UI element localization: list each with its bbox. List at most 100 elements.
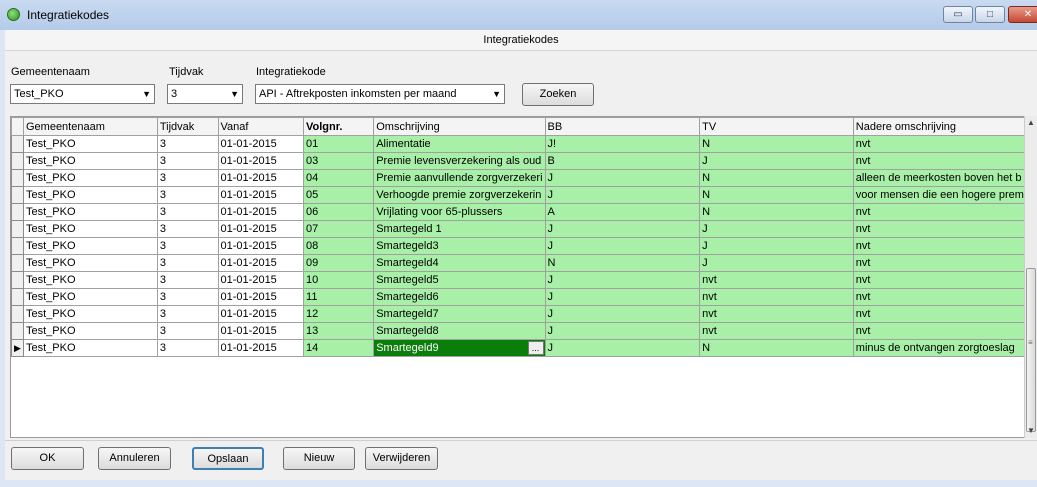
cell-tv[interactable]: N: [699, 186, 854, 204]
table-row[interactable]: Test_PKO 3 01-01-2015 03 Premie levensverzek…: [11, 152, 1027, 170]
cell-nadere-omschrijving[interactable]: voor mensen die een hogere prem: [852, 186, 1027, 204]
row-header[interactable]: ▶: [11, 339, 24, 357]
table-row[interactable]: Test_PKO 3 01-01-2015 04 Premie aanvullende …: [11, 169, 1027, 187]
table-row[interactable]: Test_PKO 3 01-01-2015 07 Smartegeld 1 J Jnvt: [11, 220, 1027, 238]
cell-tijdvak[interactable]: 3: [156, 186, 219, 204]
cell-nadere-omschrijving[interactable]: nvt: [852, 203, 1027, 221]
cell-vanaf[interactable]: 01-01-2015: [217, 186, 305, 204]
cell-tv[interactable]: nvt: [699, 322, 854, 340]
cell-gemeentenaam[interactable]: Test_PKO: [22, 186, 158, 204]
cell-tijdvak[interactable]: 3: [156, 271, 219, 289]
cell-omschrijving[interactable]: Smartegeld4: [373, 254, 546, 272]
cell-bb[interactable]: J: [544, 339, 701, 357]
cell-tv[interactable]: J: [699, 237, 854, 255]
cell-bb[interactable]: J: [544, 271, 701, 289]
table-row[interactable]: Test_PKO 3 01-01-2015 05 Verhoogde premie zo…: [11, 186, 1027, 204]
table-row[interactable]: Test_PKO 3 01-01-2015 06 Vrijlating voor 65-…: [11, 203, 1027, 221]
row-header[interactable]: [11, 203, 24, 221]
cell-omschrijving[interactable]: Premie levensverzekering als oud: [373, 152, 546, 170]
table-row[interactable]: ▶ Test_PKO 3 01-01-2015 14 Smartegeld9... J Nmi…: [11, 339, 1027, 357]
cell-tv[interactable]: N: [699, 169, 854, 187]
table-row[interactable]: Test_PKO 3 01-01-2015 11 Smartegeld6 Jnvt nvt: [11, 288, 1027, 306]
cell-tv[interactable]: J: [699, 220, 854, 238]
table-row[interactable]: Test_PKO 3 01-01-2015 01 Alimentatie J! Nnvt: [11, 135, 1027, 153]
column-header-volgnr[interactable]: Volgnr.: [303, 117, 375, 136]
cell-omschrijving[interactable]: Vrijlating voor 65-plussers: [373, 203, 546, 221]
minimize-button[interactable]: ▭: [943, 6, 973, 23]
row-header[interactable]: [11, 271, 24, 289]
cell-nadere-omschrijving[interactable]: nvt: [852, 288, 1027, 306]
cell-omschrijving[interactable]: Smartegeld8: [373, 322, 546, 340]
cell-omschrijving[interactable]: Alimentatie: [373, 135, 546, 153]
cell-bb[interactable]: J: [544, 288, 701, 306]
cell-gemeentenaam[interactable]: Test_PKO: [22, 203, 158, 221]
cell-tijdvak[interactable]: 3: [156, 135, 219, 153]
cell-vanaf[interactable]: 01-01-2015: [217, 288, 305, 306]
scroll-thumb[interactable]: ≡: [1026, 268, 1036, 432]
cell-omschrijving[interactable]: Smartegeld6: [373, 288, 546, 306]
cell-gemeentenaam[interactable]: Test_PKO: [22, 322, 158, 340]
column-header-tv[interactable]: TV: [699, 117, 854, 136]
ok-button[interactable]: OK: [11, 447, 84, 470]
cell-tv[interactable]: J: [699, 152, 854, 170]
cell-tijdvak[interactable]: 3: [156, 288, 219, 306]
cell-volgnr[interactable]: 04: [303, 169, 375, 187]
cancel-button[interactable]: Annuleren: [98, 447, 171, 470]
cell-nadere-omschrijving[interactable]: alleen de meerkosten boven het b: [852, 169, 1027, 187]
cell-omschrijving[interactable]: Smartegeld9...: [373, 339, 546, 357]
integratiekode-select[interactable]: API - Aftrekposten inkomsten per maand ▼: [255, 84, 505, 104]
cell-vanaf[interactable]: 01-01-2015: [217, 152, 305, 170]
cell-volgnr[interactable]: 14: [303, 339, 375, 357]
cell-bb[interactable]: J: [544, 186, 701, 204]
cell-vanaf[interactable]: 01-01-2015: [217, 203, 305, 221]
cell-bb[interactable]: J: [544, 169, 701, 187]
gemeente-select[interactable]: Test_PKO ▼: [10, 84, 155, 104]
cell-nadere-omschrijving[interactable]: nvt: [852, 220, 1027, 238]
cell-tv[interactable]: nvt: [699, 288, 854, 306]
cell-vanaf[interactable]: 01-01-2015: [217, 220, 305, 238]
cell-bb[interactable]: J!: [544, 135, 701, 153]
cell-gemeentenaam[interactable]: Test_PKO: [22, 305, 158, 323]
row-header[interactable]: [11, 135, 24, 153]
cell-tijdvak[interactable]: 3: [156, 322, 219, 340]
row-header[interactable]: [11, 237, 24, 255]
cell-volgnr[interactable]: 09: [303, 254, 375, 272]
cell-tijdvak[interactable]: 3: [156, 152, 219, 170]
new-button[interactable]: Nieuw: [283, 447, 355, 470]
cell-gemeentenaam[interactable]: Test_PKO: [22, 237, 158, 255]
cell-omschrijving[interactable]: Smartegeld7: [373, 305, 546, 323]
cell-gemeentenaam[interactable]: Test_PKO: [22, 339, 158, 357]
data-grid[interactable]: Gemeentenaam Tijdvak Vanaf Volgnr. Omsch…: [10, 116, 1028, 438]
cell-gemeentenaam[interactable]: Test_PKO: [22, 220, 158, 238]
search-button[interactable]: Zoeken: [522, 83, 594, 106]
cell-volgnr[interactable]: 10: [303, 271, 375, 289]
cell-volgnr[interactable]: 01: [303, 135, 375, 153]
table-row[interactable]: Test_PKO 3 01-01-2015 08 Smartegeld3 J Jnvt: [11, 237, 1027, 255]
cell-bb[interactable]: J: [544, 322, 701, 340]
close-button[interactable]: ✕: [1008, 6, 1037, 23]
cell-vanaf[interactable]: 01-01-2015: [217, 135, 305, 153]
cell-bb[interactable]: A: [544, 203, 701, 221]
scroll-down-icon[interactable]: ▼: [1025, 424, 1037, 438]
cell-vanaf[interactable]: 01-01-2015: [217, 237, 305, 255]
cell-tijdvak[interactable]: 3: [156, 254, 219, 272]
table-row[interactable]: Test_PKO 3 01-01-2015 09 Smartegeld4 N Jnvt: [11, 254, 1027, 272]
cell-omschrijving[interactable]: Smartegeld5: [373, 271, 546, 289]
cell-gemeentenaam[interactable]: Test_PKO: [22, 288, 158, 306]
column-header-tijdvak[interactable]: Tijdvak: [156, 117, 219, 136]
cell-bb[interactable]: B: [544, 152, 701, 170]
row-header[interactable]: [11, 220, 24, 238]
cell-nadere-omschrijving[interactable]: nvt: [852, 254, 1027, 272]
table-row[interactable]: Test_PKO 3 01-01-2015 12 Smartegeld7 Jnvt nvt: [11, 305, 1027, 323]
cell-vanaf[interactable]: 01-01-2015: [217, 254, 305, 272]
save-button[interactable]: Opslaan: [192, 447, 264, 470]
cell-gemeentenaam[interactable]: Test_PKO: [22, 135, 158, 153]
cell-tv[interactable]: J: [699, 254, 854, 272]
cell-volgnr[interactable]: 03: [303, 152, 375, 170]
cell-tijdvak[interactable]: 3: [156, 305, 219, 323]
column-header-gemeentenaam[interactable]: Gemeentenaam: [22, 117, 158, 136]
row-header[interactable]: [11, 322, 24, 340]
cell-tv[interactable]: N: [699, 339, 854, 357]
cell-volgnr[interactable]: 08: [303, 237, 375, 255]
cell-tijdvak[interactable]: 3: [156, 339, 219, 357]
